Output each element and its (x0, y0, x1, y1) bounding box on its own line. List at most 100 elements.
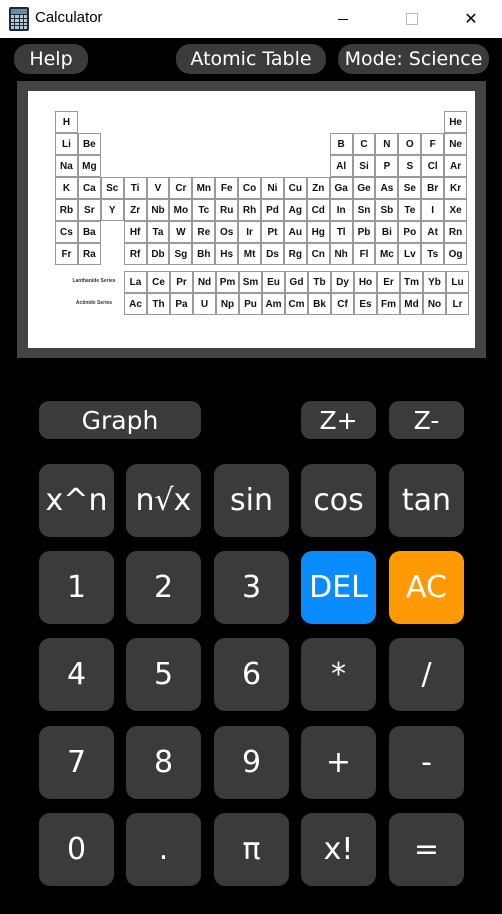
element-cell: Sb (375, 199, 399, 221)
element-cell: Cs (55, 221, 78, 243)
element-cell: W (169, 221, 193, 243)
all-clear-key[interactable]: AC (389, 551, 464, 624)
digit-1-key[interactable]: 1 (39, 551, 114, 624)
element-cell: No (423, 293, 446, 315)
digit-6-key[interactable]: 6 (214, 638, 289, 711)
empty-cell (307, 155, 330, 177)
empty-cell (375, 111, 398, 133)
tan-key[interactable]: tan (389, 464, 464, 537)
element-cell: Zr (123, 199, 147, 221)
element-cell: Nd (193, 271, 216, 293)
actinide-series-label: Actinide Series (75, 300, 113, 306)
empty-cell (124, 155, 147, 177)
element-cell: Te (398, 199, 422, 221)
element-cell: Y (100, 199, 124, 221)
element-cell: Ta (146, 221, 170, 243)
element-cell: Th (147, 293, 170, 315)
element-cell: Sr (77, 199, 101, 221)
digit-0-key[interactable]: 0 (39, 813, 114, 886)
element-cell: S (398, 155, 422, 177)
divide-key[interactable]: / (389, 638, 464, 711)
close-button[interactable]: ✕ (448, 0, 494, 38)
empty-cell (169, 111, 192, 133)
lanthanide-series-label: Lanthanide Series (72, 278, 116, 284)
element-cell: At (421, 221, 445, 243)
element-cell: Dy (331, 271, 354, 293)
element-cell: Ge (352, 177, 376, 199)
element-cell: Br (421, 177, 445, 199)
empty-cell (215, 133, 238, 155)
element-cell: Bi (375, 221, 399, 243)
element-cell: O (398, 133, 422, 155)
element-cell: Fe (215, 177, 239, 199)
element-cell: Mc (375, 243, 399, 265)
minimize-button[interactable] (320, 0, 366, 38)
equals-key[interactable]: = (389, 813, 464, 886)
element-cell: Db (146, 243, 170, 265)
pi-key[interactable]: π (214, 813, 289, 886)
multiply-key[interactable]: * (301, 638, 376, 711)
title-bar: Calculator ✕ (0, 0, 502, 38)
element-cell: Be (77, 133, 101, 155)
plus-key[interactable]: + (301, 726, 376, 799)
delete-key[interactable]: DEL (301, 551, 376, 624)
element-cell: Nb (146, 199, 170, 221)
digit-8-key[interactable]: 8 (126, 726, 201, 799)
empty-cell (330, 111, 353, 133)
element-cell: La (124, 271, 147, 293)
element-cell: Hg (306, 221, 330, 243)
element-cell: Gd (285, 271, 308, 293)
element-cell: P (375, 155, 399, 177)
digit-4-key[interactable]: 4 (39, 638, 114, 711)
element-cell: Xe (444, 199, 468, 221)
mode-button[interactable]: Mode: Science (338, 44, 489, 74)
decimal-key[interactable]: . (126, 813, 201, 886)
element-cell: Sn (352, 199, 376, 221)
element-cell: Fm (377, 293, 400, 315)
empty-cell (147, 155, 170, 177)
digit-5-key[interactable]: 5 (126, 638, 201, 711)
digit-7-key[interactable]: 7 (39, 726, 114, 799)
element-cell: Sm (239, 271, 262, 293)
sin-key[interactable]: sin (214, 464, 289, 537)
calculator-app-icon (9, 7, 29, 31)
root-key[interactable]: n√x (126, 464, 201, 537)
element-cell: Ar (444, 155, 468, 177)
element-cell: Ca (77, 177, 101, 199)
element-cell: Ce (147, 271, 170, 293)
element-cell: K (55, 177, 78, 199)
empty-cell (398, 111, 421, 133)
zoom-in-button[interactable]: Z+ (301, 401, 376, 439)
element-cell: He (444, 111, 468, 133)
element-cell: F (421, 133, 445, 155)
empty-cell (78, 111, 101, 133)
digit-3-key[interactable]: 3 (214, 551, 289, 624)
digit-2-key[interactable]: 2 (126, 551, 201, 624)
zoom-out-button[interactable]: Z- (389, 401, 464, 439)
digit-9-key[interactable]: 9 (214, 726, 289, 799)
window-title: Calculator (35, 9, 103, 26)
element-cell: Ni (261, 177, 284, 199)
element-cell: Fr (55, 243, 78, 265)
element-cell: Nh (329, 243, 353, 265)
empty-cell (261, 111, 284, 133)
atomic-table-button[interactable]: Atomic Table (176, 44, 326, 74)
maximize-button[interactable] (389, 0, 435, 38)
element-cell: Rg (283, 243, 307, 265)
element-cell: Ir (238, 221, 262, 243)
help-button[interactable]: Help (14, 44, 88, 74)
element-cell: Rn (444, 221, 468, 243)
factorial-key[interactable]: x! (301, 813, 376, 886)
element-cell: Ts (421, 243, 445, 265)
element-cell: Pr (170, 271, 193, 293)
empty-cell (147, 111, 170, 133)
power-key[interactable]: x^n (39, 464, 114, 537)
empty-cell (215, 155, 238, 177)
empty-cell (101, 111, 124, 133)
empty-cell (238, 111, 261, 133)
cos-key[interactable]: cos (301, 464, 376, 537)
element-cell: Ac (124, 293, 147, 315)
graph-button[interactable]: Graph (39, 401, 201, 439)
element-cell: Ru (215, 199, 239, 221)
minus-key[interactable]: - (389, 726, 464, 799)
